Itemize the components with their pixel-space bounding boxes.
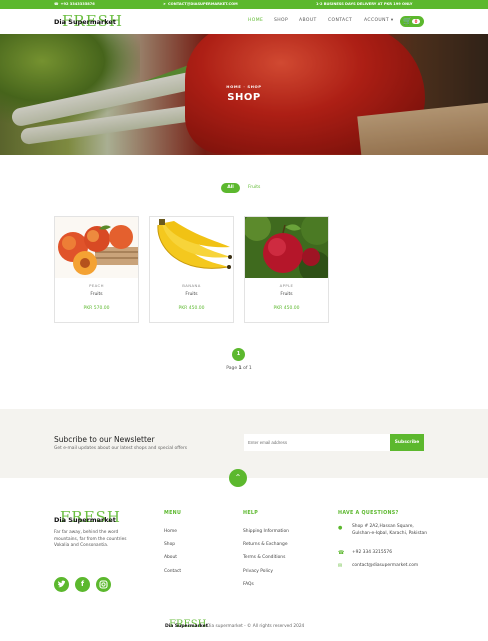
footer-link-terms[interactable]: Terms & Conditions [243,555,285,560]
topbar-delivery: 1-2 BUSINESS DAYS DELIVERY AT PKR 199 ON… [316,2,413,6]
footer-description: Far far away, behind the word mountains,… [54,530,127,548]
product-image-apple[interactable] [245,217,328,278]
footer-link-faqs[interactable]: FAQs [243,582,254,587]
footer-contact-heading: HAVE A QUESTIONS? [338,511,399,516]
topbar-email[interactable]: ➤ CONTACT@DIASUPERMARKET.COM [163,2,238,6]
breadcrumb[interactable]: HOME · SHOP [0,84,488,89]
footer-help-heading: HELP [243,511,259,516]
phone-icon: ☎ [338,550,345,556]
apple-icon [245,217,328,278]
footer-logo-text: Dia Supermarket [54,516,116,524]
copyright-bar: FRESH Dia Supermarket Dia supermarket - … [165,619,365,632]
instagram-icon[interactable] [96,577,111,592]
product-card[interactable]: APPLE Fruits PKR 450.00 [244,216,329,323]
facebook-icon[interactable]: f [75,577,90,592]
copyright-logo-text: Dia Supermarket [165,624,208,629]
footer-logo[interactable]: FRESH Dia Supermarket [54,508,124,527]
footer-address: Shop # 2A2,Hassan Square, Gulshan-e-Iqba… [352,524,427,536]
site-header: FRESH Dia Supermarket HOME SHOP ABOUT CO… [0,9,488,34]
filter-fruits-button[interactable]: Fruits [248,185,260,190]
footer-email[interactable]: contact@diasupermarket.com [352,563,432,570]
product-price: PKR 450.00 [273,306,300,311]
footer-link-shipping[interactable]: Shipping Information [243,529,289,534]
product-name[interactable]: PEACH [55,283,138,288]
product-card[interactable]: PEACH Fruits PKR 570.00 [54,216,139,323]
paper-plane-icon: ➤ [163,2,167,6]
phone-icon: ☎ [54,2,59,6]
nav-account-dropdown[interactable]: ACCOUNT ▾ [364,18,394,23]
chevron-up-icon: ⌃ [234,473,242,482]
banana-icon [150,217,233,278]
nav-about[interactable]: ABOUT [299,18,317,23]
newsletter-section: Subcribe to our Newsletter Get e-mail up… [0,409,488,478]
footer-link-privacy[interactable]: Privacy Policy [243,569,273,574]
product-price: PKR 450.00 [178,306,205,311]
product-card[interactable]: BANANA Fruits PKR 450.00 [149,216,234,323]
top-bar: ☎ +92 3343335876 ➤ CONTACT@DIASUPERMARKET.… [0,0,488,9]
hero-banner: HOME · SHOP SHOP [0,34,488,155]
nav-shop[interactable]: SHOP [274,18,288,23]
product-image-peach[interactable] [55,217,138,278]
product-category: Fruits [185,292,198,297]
nav-contact[interactable]: CONTACT [328,18,352,23]
pagination-page-1[interactable]: 1 [232,348,245,361]
footer-link-home[interactable]: Home [164,529,177,534]
footer-link-shop[interactable]: Shop [164,542,175,547]
twitter-icon[interactable] [54,577,69,592]
footer-link-contact[interactable]: Contact [164,569,181,574]
scroll-up-button[interactable]: ⌃ [229,469,247,487]
subscribe-button[interactable]: Subscribe [390,434,424,451]
map-pin-icon: ● [338,525,343,531]
product-name[interactable]: BANANA [150,283,233,288]
cart-button[interactable]: 🛒 0 [400,16,424,27]
newsletter-heading: Subcribe to our Newsletter [54,435,155,444]
cart-count-badge: 0 [412,19,420,24]
filter-all-button[interactable]: All [221,183,240,193]
logo-text: Dia Supermarket [54,18,116,26]
product-image-banana[interactable] [150,217,233,278]
copyright-text: Dia supermarket - © All rights reserved … [207,624,305,629]
product-name[interactable]: APPLE [245,283,328,288]
email-icon: ✉ [338,563,343,569]
site-logo[interactable]: FRESH Dia Supermarket [54,12,124,30]
footer-link-about[interactable]: About [164,555,177,560]
footer-phone[interactable]: +92 334 3215576 [352,550,432,557]
product-category: Fruits [90,292,103,297]
page-title: SHOP [227,92,261,103]
peach-icon [55,217,138,278]
cart-icon: 🛒 [403,17,412,25]
page-info: Page 1 of 1 [226,366,252,371]
newsletter-email-input[interactable] [244,434,390,451]
footer-link-returns[interactable]: Returns & Exchange [243,542,288,547]
newsletter-subtext: Get e-mail updates about our latest shop… [54,446,188,451]
product-category: Fruits [280,292,293,297]
topbar-phone[interactable]: ☎ +92 3343335876 [54,2,95,6]
footer-menu-heading: MENU [164,511,182,516]
nav-home[interactable]: HOME [248,18,263,23]
product-price: PKR 570.00 [83,306,110,311]
